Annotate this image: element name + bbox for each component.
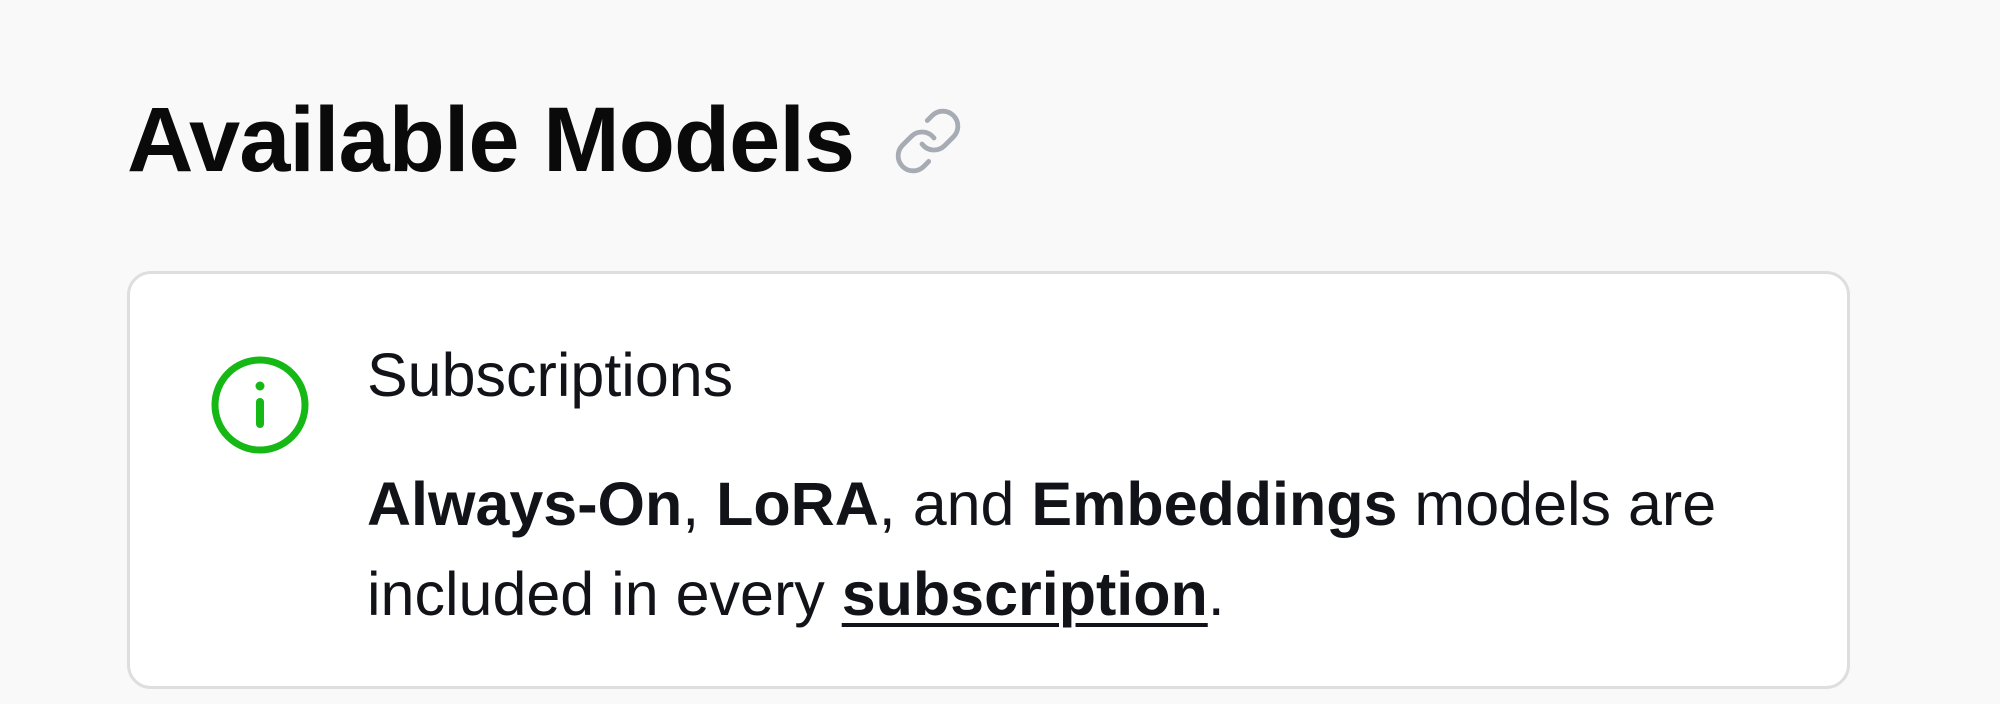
callout-body: Always-On, LoRA, and Embeddings models a… bbox=[367, 459, 1807, 639]
always-on-label: Always-On bbox=[367, 470, 683, 538]
link-icon[interactable] bbox=[892, 105, 964, 177]
subscription-link[interactable]: subscription bbox=[842, 560, 1208, 628]
callout-content: Subscriptions Always-On, LoRA, and Embed… bbox=[367, 338, 1807, 639]
separator: , and bbox=[878, 470, 1032, 538]
lora-label: LoRA bbox=[716, 470, 879, 538]
page-title: Available Models bbox=[127, 89, 855, 191]
section-heading: Available Models bbox=[127, 90, 964, 190]
subscriptions-callout: Subscriptions Always-On, LoRA, and Embed… bbox=[127, 271, 1850, 689]
info-icon bbox=[208, 353, 312, 457]
embeddings-label: Embeddings bbox=[1031, 470, 1398, 538]
separator: , bbox=[682, 470, 717, 538]
callout-title: Subscriptions bbox=[367, 341, 734, 409]
period: . bbox=[1207, 560, 1225, 628]
